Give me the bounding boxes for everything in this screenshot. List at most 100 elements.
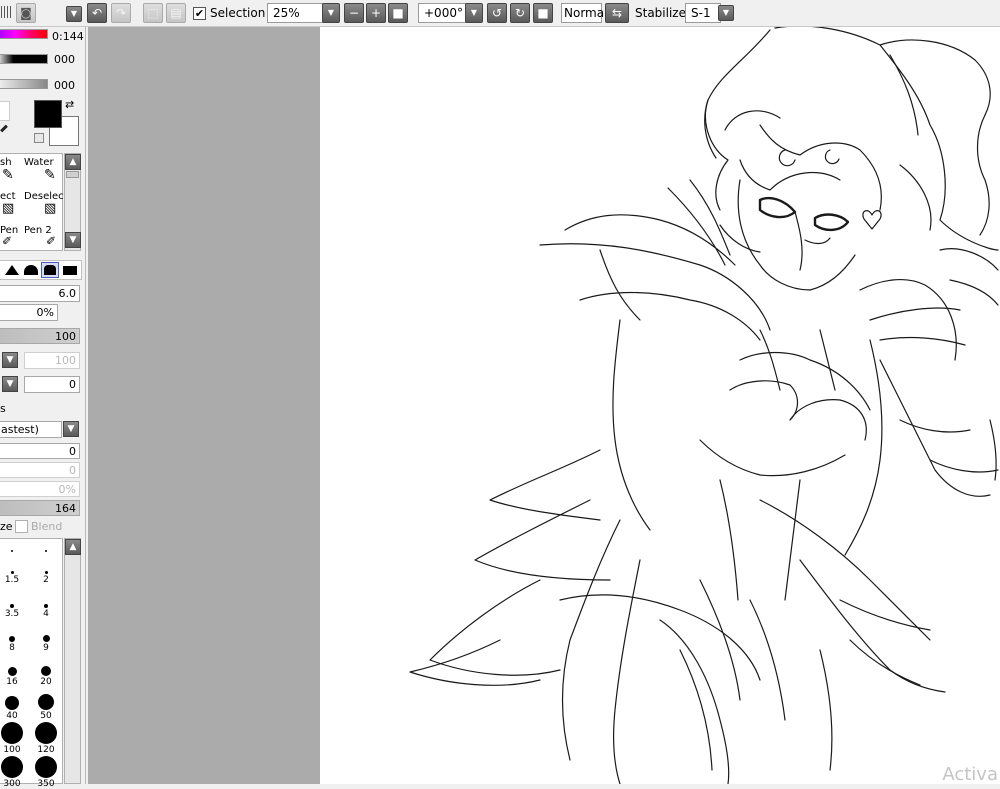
zoom-in-button[interactable]: + (366, 3, 386, 23)
blur2-field[interactable]: 0 (0, 462, 80, 478)
menu-dropdown-button[interactable]: ▼ (66, 6, 82, 22)
density-slider[interactable]: 100 (0, 328, 80, 344)
size-label: ze (0, 520, 13, 533)
deselect-tool-icon[interactable]: ▧ (44, 202, 56, 215)
invert-selection-button[interactable]: ▤ (166, 3, 186, 23)
stabilizer-field[interactable]: S-1 (685, 3, 721, 23)
brush-tool-icon[interactable]: ✎ (2, 168, 14, 182)
rotate-ccw-icon: ↺ (491, 6, 503, 20)
toolbar: ◙ ▼ ↶ ↷ ⬚ ▤ ✔ Selection 25% ▼ − + ■ +000… (0, 0, 1000, 27)
selection-checkbox[interactable]: ✔ (193, 7, 206, 20)
saturation-value: 000 (54, 53, 75, 66)
zoom-out-button[interactable]: − (344, 3, 364, 23)
brush-size-label: 4 (43, 609, 49, 619)
brush-size-dot[interactable] (38, 694, 54, 710)
deselect-icon: ⬚ (147, 6, 159, 20)
stabilizer-dropdown-button[interactable]: ▼ (718, 5, 734, 21)
blur-field[interactable]: 0 (0, 443, 80, 459)
stabilizer-label: Stabilizer (635, 6, 691, 20)
invert-selection-icon: ▤ (170, 6, 182, 20)
scroll-up-button[interactable]: ▲ (65, 154, 81, 170)
scroll-thumb[interactable] (66, 171, 79, 178)
luminosity-value: 000 (54, 79, 75, 92)
brush-size-dot[interactable] (35, 722, 57, 744)
row-b-dropdown-button[interactable]: ▼ (2, 376, 18, 392)
deselect-button[interactable]: ⬚ (143, 3, 163, 23)
brush-size-label: 50 (40, 711, 52, 721)
brush-size-dot[interactable] (5, 696, 19, 710)
brush-size-dot[interactable] (7, 667, 17, 676)
brush-size-dot[interactable] (9, 636, 15, 642)
brush-size-label: 350 (37, 779, 55, 789)
saturation-slider[interactable] (0, 54, 48, 64)
brush-size-dot[interactable] (35, 756, 57, 778)
shape-sharp-icon[interactable] (5, 265, 19, 275)
brush-size-dot[interactable] (42, 635, 50, 642)
brush-size-dot[interactable] (1, 756, 23, 778)
primary-color-swatch[interactable] (34, 100, 62, 128)
size-list-scroll-up-button[interactable]: ▲ (65, 539, 81, 555)
select-tool-icon[interactable]: ▧ (2, 202, 14, 215)
tool-panel: 0:144 000 000 ⇄ sh Water ✎ ✎ ect Deselec… (0, 27, 86, 789)
min-size-field[interactable]: 0% (0, 304, 58, 321)
brush-size-label: 9 (43, 643, 49, 653)
brush-size-dot[interactable] (10, 604, 14, 608)
rotation-dropdown-button[interactable]: ▼ (465, 3, 483, 23)
navigator-toggle-button[interactable]: ◙ (16, 3, 36, 23)
reset-colors-icon[interactable] (34, 133, 44, 143)
pen-tool-icon[interactable]: ✐ (2, 235, 12, 247)
rotate-ccw-button[interactable]: ↺ (487, 3, 507, 23)
percent2-field[interactable]: 0% (0, 481, 80, 497)
blend-label: Blend (31, 520, 63, 533)
drawing-canvas[interactable]: Activa (320, 27, 1000, 784)
brush-size-label: 3.5 (4, 609, 20, 619)
brush-size-dot[interactable] (1, 722, 23, 744)
blend-mode-field[interactable]: Normal (561, 3, 607, 23)
size-list-scrollbar[interactable] (64, 538, 81, 784)
flip-horizontal-icon: ⇆ (611, 6, 623, 20)
selection-label: Selection (210, 6, 266, 20)
quality-dropdown[interactable]: astest) (0, 421, 62, 438)
rotation-field[interactable]: +000° (418, 3, 466, 23)
undo-button[interactable]: ↶ (87, 3, 107, 23)
zoom-dropdown-button[interactable]: ▼ (322, 3, 340, 23)
rotation-reset-button[interactable]: ■ (533, 3, 553, 23)
quality-dropdown-button[interactable]: ▼ (63, 421, 79, 437)
reset-square-icon: ■ (392, 6, 404, 20)
swap-colors-icon[interactable]: ⇄ (65, 99, 74, 110)
pen2-tool-icon[interactable]: ✐ (46, 235, 56, 247)
brush-size-dot[interactable] (44, 604, 48, 608)
luminosity-slider[interactable] (0, 79, 48, 89)
row-a-dropdown-button[interactable]: ▼ (2, 352, 18, 368)
redo-icon: ↷ (115, 6, 127, 20)
brush-size-dot[interactable] (45, 550, 47, 552)
zoom-field[interactable]: 25% (267, 3, 323, 23)
zoom-reset-button[interactable]: ■ (388, 3, 408, 23)
brush-size-dot[interactable] (11, 550, 13, 552)
shape-round-icon[interactable] (24, 265, 38, 275)
persistence-slider[interactable]: 164 (0, 500, 80, 516)
hue-slider[interactable] (0, 29, 48, 39)
rotate-cw-icon: ↻ (514, 6, 526, 20)
shape-soft-icon (44, 265, 56, 275)
brush-size-label: 2 (43, 575, 49, 585)
shape-flat-icon[interactable] (63, 266, 77, 275)
row-b-field[interactable]: 0 (24, 376, 80, 393)
brush-size-label: 20 (40, 677, 52, 687)
rotate-cw-button[interactable]: ↻ (510, 3, 530, 23)
brush-size-dot[interactable] (10, 571, 14, 574)
transparent-swatch[interactable] (0, 101, 10, 121)
brush-size-label: 8 (9, 643, 15, 653)
scroll-down-button[interactable]: ▼ (65, 232, 81, 248)
hue-value: 0:144 (52, 30, 84, 43)
water-tool-icon[interactable]: ✎ (44, 168, 56, 182)
row-a-field[interactable]: 100 (24, 352, 80, 369)
size-field[interactable]: 6.0 (0, 285, 80, 302)
eyedropper-icon[interactable] (0, 124, 8, 133)
activation-watermark: Activa (942, 764, 998, 785)
redo-button[interactable]: ↷ (111, 3, 131, 23)
blend-checkbox[interactable] (15, 520, 28, 533)
flip-horizontal-button[interactable]: ⇆ (605, 3, 629, 23)
brush-size-dot[interactable] (44, 571, 48, 574)
brush-size-dot[interactable] (41, 666, 51, 676)
